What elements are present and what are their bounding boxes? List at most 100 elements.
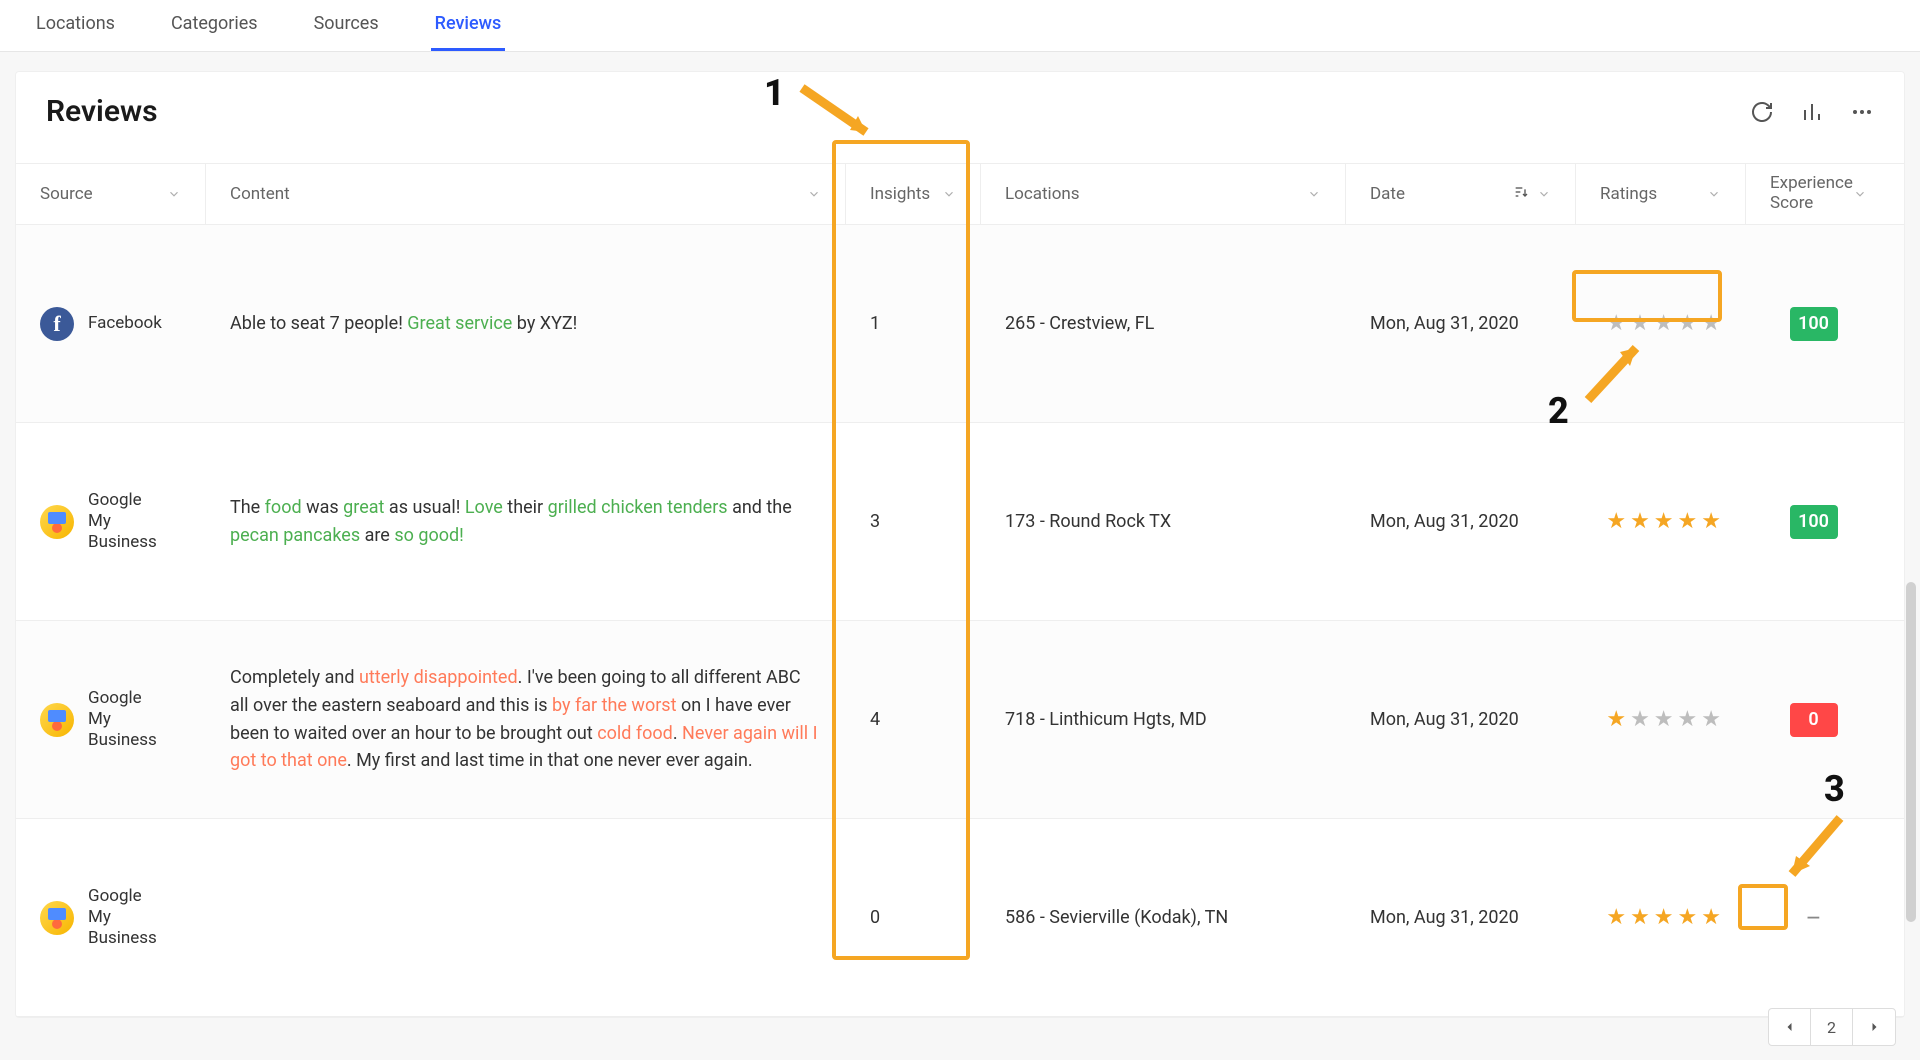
cell-source: GoogleMyBusiness: [16, 490, 206, 554]
cell-content: Completely and utterly disappointed. I'v…: [206, 664, 846, 776]
col-insights[interactable]: Insights: [846, 164, 981, 224]
table-body: f Facebook Able to seat 7 people! Great se…: [16, 225, 1904, 1017]
nav-tabs: Locations Categories Sources Reviews: [0, 0, 1920, 52]
text: are: [360, 525, 394, 546]
table-row[interactable]: GoogleMyBusiness 0586 - Sevierville (Koda…: [16, 819, 1904, 1017]
cell-rating: ★★★★★: [1576, 311, 1746, 336]
cell-source: GoogleMyBusiness: [16, 688, 206, 752]
source-name: GoogleMyBusiness: [88, 688, 157, 752]
col-content-label: Content: [230, 184, 290, 204]
text: was: [302, 497, 344, 518]
tab-locations[interactable]: Locations: [32, 13, 119, 51]
col-score[interactable]: Experience Score: [1746, 164, 1881, 224]
tab-sources[interactable]: Sources: [310, 13, 383, 51]
sentiment-neg: cold food: [597, 723, 673, 744]
star-rating: ★★★★★: [1606, 311, 1722, 336]
text: The: [230, 497, 265, 518]
chevron-down-icon: [1307, 187, 1321, 201]
cell-rating: ★★★★★: [1576, 905, 1746, 930]
pager-next[interactable]: [1853, 1009, 1895, 1045]
source-name: GoogleMyBusiness: [88, 490, 157, 554]
star-icon: ★: [1654, 905, 1675, 930]
cell-insights: 4: [846, 709, 981, 730]
google-my-business-icon: [40, 505, 74, 539]
cell-content: Able to seat 7 people! Great service by …: [206, 310, 846, 338]
tab-reviews[interactable]: Reviews: [431, 13, 506, 51]
star-icon: ★: [1606, 707, 1627, 732]
chevron-down-icon: [807, 187, 821, 201]
sentiment-pos: Love: [465, 497, 503, 518]
col-date-label: Date: [1370, 184, 1405, 204]
col-source[interactable]: Source: [16, 164, 206, 224]
col-ratings[interactable]: Ratings: [1576, 164, 1746, 224]
cell-location: 586 - Sevierville (Kodak), TN: [981, 907, 1346, 928]
google-my-business-icon: [40, 703, 74, 737]
page-body: Reviews Source Content: [0, 52, 1920, 1060]
cell-score: 100: [1746, 307, 1881, 341]
chevron-down-icon: [167, 187, 181, 201]
scrollbar[interactable]: [1906, 582, 1916, 922]
col-ratings-label: Ratings: [1600, 184, 1657, 204]
star-icon: ★: [1630, 509, 1651, 534]
chevron-down-icon: [1537, 187, 1551, 201]
experience-score-badge: –: [1799, 901, 1829, 935]
cell-rating: ★★★★★: [1576, 707, 1746, 732]
cell-insights: 1: [846, 313, 981, 334]
col-insights-label: Insights: [870, 184, 930, 204]
experience-score-badge: 100: [1790, 505, 1838, 539]
pager-page[interactable]: 2: [1811, 1009, 1853, 1045]
star-icon: ★: [1654, 707, 1675, 732]
experience-score-badge: 100: [1790, 307, 1838, 341]
col-source-label: Source: [40, 184, 93, 204]
pager-prev[interactable]: [1769, 1009, 1811, 1045]
header-actions: [1750, 100, 1874, 124]
star-icon: ★: [1678, 311, 1699, 336]
text: .: [673, 723, 682, 744]
tab-categories[interactable]: Categories: [167, 13, 262, 51]
star-icon: ★: [1678, 707, 1699, 732]
refresh-icon[interactable]: [1750, 100, 1774, 124]
sentiment-pos: food: [265, 497, 302, 518]
sentiment-neg: by far the worst: [552, 695, 677, 716]
star-icon: ★: [1701, 311, 1722, 336]
text: by XYZ!: [512, 313, 577, 334]
col-locations-label: Locations: [1005, 184, 1080, 204]
source-name: GoogleMyBusiness: [88, 886, 157, 950]
table-row[interactable]: f Facebook Able to seat 7 people! Great se…: [16, 225, 1904, 423]
chevron-down-icon: [1853, 187, 1867, 201]
reviews-card: Reviews Source Content: [16, 72, 1904, 1017]
table-row[interactable]: GoogleMyBusinessThe food was great as us…: [16, 423, 1904, 621]
col-content[interactable]: Content: [206, 164, 846, 224]
sentiment-pos: grilled chicken tenders: [548, 497, 728, 518]
table-row[interactable]: GoogleMyBusiness Completely and utterly d…: [16, 621, 1904, 819]
star-rating: ★★★★★: [1606, 905, 1722, 930]
sentiment-pos: great: [343, 497, 384, 518]
star-icon: ★: [1606, 311, 1627, 336]
chart-icon[interactable]: [1800, 100, 1824, 124]
sentiment-pos: pecan pancakes: [230, 525, 360, 546]
star-icon: ★: [1630, 311, 1651, 336]
more-icon[interactable]: [1850, 100, 1874, 124]
star-icon: ★: [1606, 905, 1627, 930]
star-rating: ★★★★★: [1606, 707, 1722, 732]
chevron-down-icon: [942, 187, 956, 201]
facebook-icon: f: [40, 307, 74, 341]
cell-location: 265 - Crestview, FL: [981, 313, 1346, 334]
sentiment-pos: Great service: [407, 313, 512, 334]
sentiment-neg: utterly disappointed: [359, 667, 518, 688]
star-icon: ★: [1606, 509, 1627, 534]
text: Able to seat 7 people!: [230, 313, 407, 334]
cell-insights: 0: [846, 907, 981, 928]
star-icon: ★: [1701, 509, 1722, 534]
cell-source: GoogleMyBusiness: [16, 886, 206, 950]
col-locations[interactable]: Locations: [981, 164, 1346, 224]
star-icon: ★: [1630, 707, 1651, 732]
sentiment-pos: so good!: [394, 525, 463, 546]
cell-rating: ★★★★★: [1576, 509, 1746, 534]
cell-date: Mon, Aug 31, 2020: [1346, 907, 1576, 928]
source-name: Facebook: [88, 313, 162, 334]
col-date[interactable]: Date: [1346, 164, 1576, 224]
star-icon: ★: [1654, 311, 1675, 336]
cell-date: Mon, Aug 31, 2020: [1346, 709, 1576, 730]
cell-insights: 3: [846, 511, 981, 532]
